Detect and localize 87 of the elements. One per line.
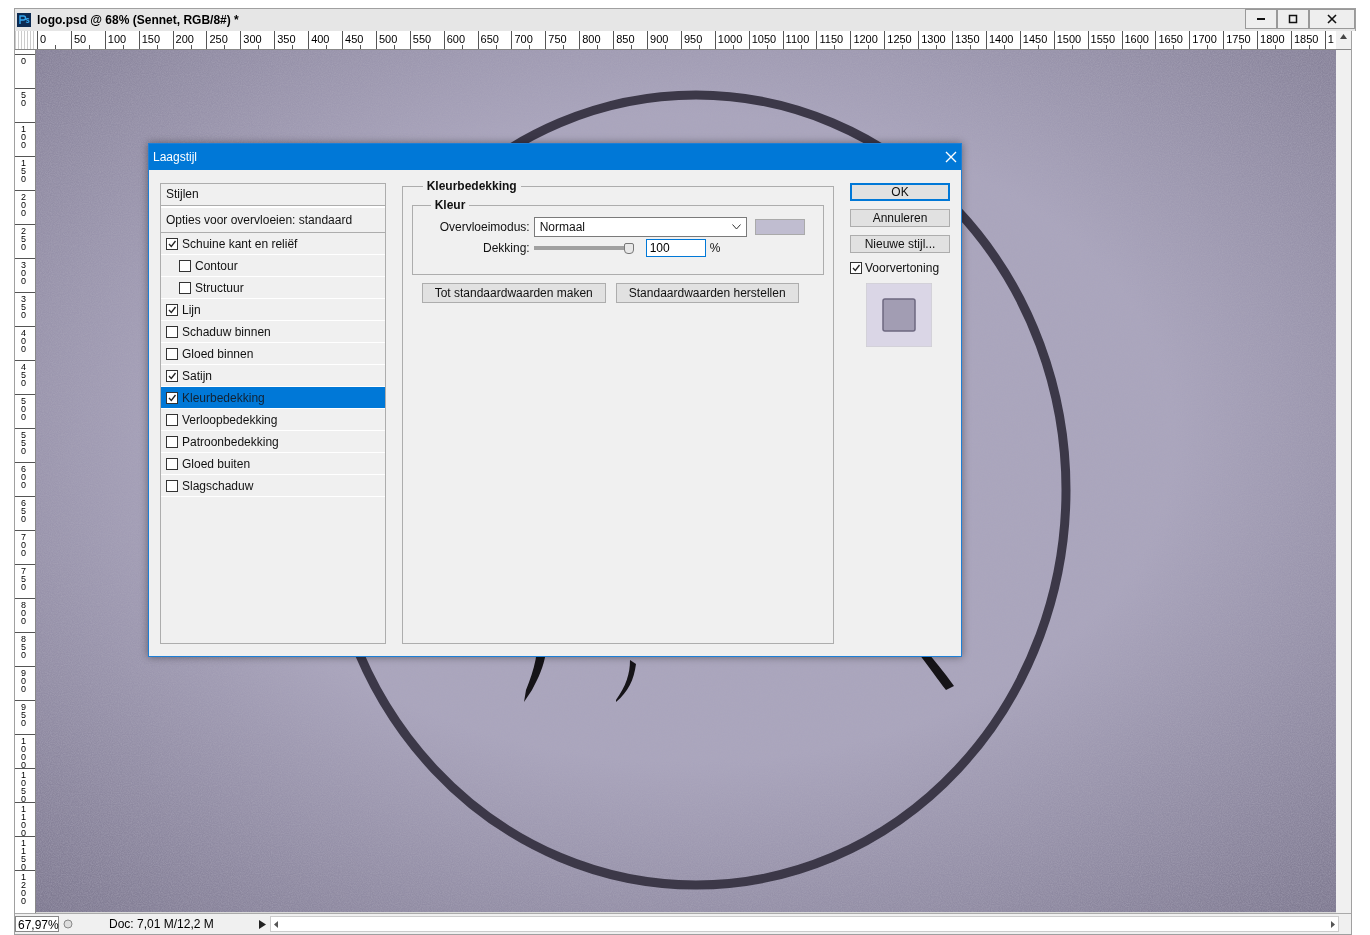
ruler-label: 1050 — [21, 771, 26, 803]
ruler-label: 950 — [21, 703, 26, 727]
style-item[interactable]: Opties voor overvloeien: standaard — [161, 206, 385, 233]
checkbox[interactable] — [166, 347, 178, 360]
document-size: Doc: 7,01 M/12,2 M — [108, 917, 215, 931]
color-swatch[interactable] — [754, 219, 805, 235]
horizontal-scrollbar[interactable] — [270, 916, 1339, 932]
style-item[interactable]: Structuur — [161, 277, 385, 299]
ruler-label: 800 — [21, 601, 26, 625]
maximize-button[interactable] — [1277, 9, 1309, 29]
ruler-label: 50 — [21, 91, 26, 107]
checkbox[interactable] — [166, 303, 178, 316]
close-button[interactable] — [1309, 9, 1355, 29]
ruler-label: 1150 — [21, 839, 26, 871]
ruler-corner — [15, 31, 35, 49]
style-item[interactable]: Slagschaduw — [161, 475, 385, 497]
scroll-right-icon[interactable] — [1331, 920, 1335, 928]
checkbox[interactable] — [166, 435, 178, 448]
checkbox[interactable] — [166, 325, 178, 338]
style-item[interactable]: Gloed binnen — [161, 343, 385, 365]
style-item[interactable]: Gloed buiten — [161, 453, 385, 475]
defaults-button[interactable]: Tot standaardwaarden maken — [421, 283, 606, 303]
ruler-label: 100 — [21, 125, 26, 149]
defaults-button[interactable]: Standaardwaarden herstellen — [615, 283, 799, 303]
ruler-label: 300 — [21, 261, 26, 285]
scroll-left-icon[interactable] — [274, 920, 278, 928]
maximize-icon — [1288, 14, 1298, 24]
ruler-label: 850 — [21, 635, 26, 659]
dialog-button[interactable]: Annuleren — [850, 209, 950, 227]
checkbox[interactable] — [166, 369, 178, 382]
checkbox[interactable] — [179, 281, 191, 294]
style-item[interactable]: Verloopbedekking — [161, 409, 385, 431]
close-icon — [1327, 14, 1337, 24]
ruler-label: 700 — [21, 533, 26, 557]
ruler-label: 200 — [21, 193, 26, 217]
checkbox-label: Voorvertoning — [865, 261, 940, 275]
ruler-label: 600 — [21, 465, 26, 489]
ruler-label: 550 — [21, 431, 26, 455]
zoom-field[interactable]: 67,97% — [15, 916, 59, 932]
blend-mode-dropdown[interactable]: Normaal — [533, 217, 747, 237]
ruler-label: 150 — [21, 159, 26, 183]
checkbox[interactable] — [166, 457, 178, 470]
checkbox[interactable] — [166, 479, 178, 492]
ruler-label: 900 — [21, 669, 26, 693]
app-logo-icon — [17, 13, 31, 27]
checkbox[interactable] — [850, 262, 862, 274]
checkbox[interactable] — [166, 391, 178, 404]
style-item[interactable]: Schaduw binnen — [161, 321, 385, 343]
field-label: Dekking: — [482, 241, 530, 255]
style-item[interactable]: Schuine kant en reliëf — [161, 233, 385, 255]
ruler-label: 1000 — [21, 737, 26, 769]
close-icon[interactable] — [945, 151, 957, 163]
group-title: Kleur — [430, 198, 470, 212]
field-label: Overvloeimodus: — [438, 220, 530, 234]
ruler-label: 500 — [21, 397, 26, 421]
opacity-field[interactable]: 100 — [645, 239, 706, 257]
ruler-label: 750 — [21, 567, 26, 591]
section-title: Kleurbedekking — [422, 179, 521, 193]
menu-arrow-icon[interactable] — [259, 919, 266, 929]
ruler-label: 400 — [21, 329, 26, 353]
style-item[interactable]: Contour — [161, 255, 385, 277]
ruler-label: 0 — [21, 57, 26, 65]
minimize-button[interactable] — [1245, 9, 1277, 29]
status-icon[interactable] — [63, 919, 73, 929]
dialog-title: Laagstijl — [153, 150, 198, 164]
ruler-label: 1200 — [21, 873, 26, 905]
dialog-button[interactable]: OK — [850, 183, 950, 201]
scroll-up-icon[interactable] — [1340, 34, 1347, 39]
style-item[interactable]: Lijn — [161, 299, 385, 321]
window-title: logo.psd @ 68% (Sennet, RGB/8#) * — [37, 13, 240, 27]
ruler-label: 250 — [21, 227, 26, 251]
dialog-button[interactable]: Nieuwe stijl... — [850, 235, 950, 253]
style-item[interactable]: Kleurbedekking — [161, 387, 385, 409]
vertical-scrollbar[interactable] — [1336, 50, 1351, 913]
checkbox[interactable] — [166, 237, 178, 250]
caret-icon — [731, 224, 741, 230]
style-preview-drawing — [866, 283, 932, 347]
ruler-label: 350 — [21, 295, 26, 319]
checkbox[interactable] — [166, 413, 178, 426]
checkbox[interactable] — [179, 259, 191, 272]
ruler-label: 1100 — [21, 805, 26, 837]
minimize-icon — [1257, 18, 1265, 20]
style-item[interactable]: Patroonbedekking — [161, 431, 385, 453]
ruler-label: 450 — [21, 363, 26, 387]
slider-thumb[interactable] — [623, 242, 634, 254]
unit-label: % — [709, 241, 721, 255]
ruler-label: 650 — [21, 499, 26, 523]
